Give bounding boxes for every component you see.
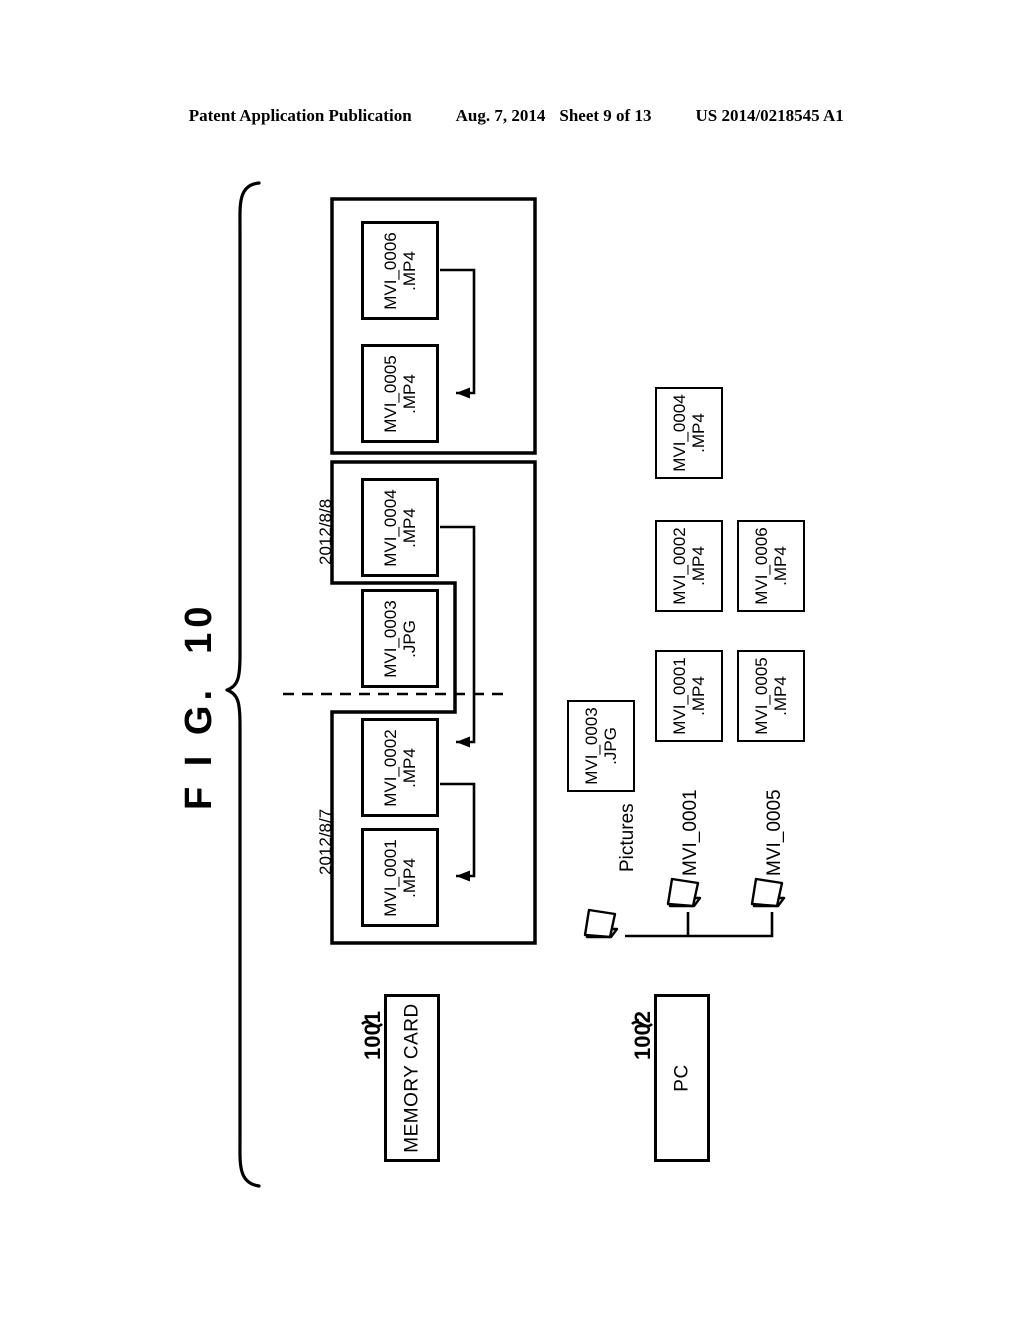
file-label: MVI_0004 .MP4: [381, 488, 419, 567]
file-label: MVI_0005 .MP4: [381, 354, 419, 433]
file-box-mvi-0003-pc[interactable]: MVI_0003 .JPG: [567, 700, 635, 792]
file-box-mvi-0006-card[interactable]: MVI_0006 .MP4: [361, 221, 439, 320]
file-label: MVI_0006 .MP4: [381, 231, 419, 310]
ref-numeral-1001: 1001: [360, 1011, 385, 1060]
ref-numeral-1002: 1002: [630, 1011, 655, 1060]
figure-linework: [225, 181, 786, 1188]
folder-icon-pictures: [583, 908, 619, 939]
figure-title: F I G. 10: [178, 601, 220, 810]
pc-box[interactable]: PC: [654, 994, 710, 1162]
folder-icon-mvi-0005: [750, 877, 786, 908]
file-label: MVI_0003 .JPG: [381, 599, 419, 678]
figure-brace: [225, 181, 261, 1188]
file-box-mvi-0003-card[interactable]: MVI_0003 .JPG: [361, 589, 439, 688]
file-box-mvi-0002-pc[interactable]: MVI_0002 .MP4: [655, 520, 723, 612]
file-label: MVI_0002 .MP4: [670, 527, 708, 605]
link-0004-to-0002-arrowhead: [456, 736, 470, 748]
memory-card-box[interactable]: MEMORY CARD: [384, 994, 440, 1162]
file-box-mvi-0002-card[interactable]: MVI_0002 .MP4: [361, 718, 439, 817]
file-box-mvi-0001-pc[interactable]: MVI_0001 .MP4: [655, 650, 723, 742]
pc-label: PC: [671, 1064, 693, 1092]
link-0006-to-0005-arrowhead: [456, 387, 470, 399]
link-0002-to-0001-arrowhead: [456, 870, 470, 882]
folder-label-mvi-0001: MVI_0001: [680, 789, 701, 876]
file-label: MVI_0003 .JPG: [582, 707, 620, 785]
figure-10: F I G. 10 2012/8/8 2012/8/7 MVI_0006 .MP…: [0, 0, 1024, 1320]
file-label: MVI_0001 .MP4: [381, 838, 419, 917]
link-0002-to-0001: [440, 782, 476, 878]
file-box-mvi-0001-card[interactable]: MVI_0001 .MP4: [361, 828, 439, 927]
file-label: MVI_0006 .MP4: [752, 527, 790, 605]
folder-label-mvi-0005: MVI_0005: [764, 789, 785, 876]
tree-connector-lines: [625, 912, 774, 938]
file-label: MVI_0004 .MP4: [670, 394, 708, 472]
date-label-2012-8-8: 2012/8/8: [316, 498, 335, 565]
file-box-mvi-0005-card[interactable]: MVI_0005 .MP4: [361, 344, 439, 443]
file-box-mvi-0004-pc[interactable]: MVI_0004 .MP4: [655, 387, 723, 479]
file-box-mvi-0004-card[interactable]: MVI_0004 .MP4: [361, 478, 439, 577]
link-0006-to-0005: [440, 268, 476, 395]
file-box-mvi-0006-pc[interactable]: MVI_0006 .MP4: [737, 520, 805, 612]
folder-icon-mvi-0001: [666, 877, 702, 908]
file-label: MVI_0005 .MP4: [752, 657, 790, 735]
file-label: MVI_0001 .MP4: [670, 657, 708, 735]
folder-label-pictures: Pictures: [617, 803, 638, 872]
date-label-2012-8-7: 2012/8/7: [316, 808, 335, 875]
file-label: MVI_0002 .MP4: [381, 728, 419, 807]
file-box-mvi-0005-pc[interactable]: MVI_0005 .MP4: [737, 650, 805, 742]
link-0004-to-0002: [440, 525, 476, 744]
memory-card-label: MEMORY CARD: [401, 1003, 423, 1153]
